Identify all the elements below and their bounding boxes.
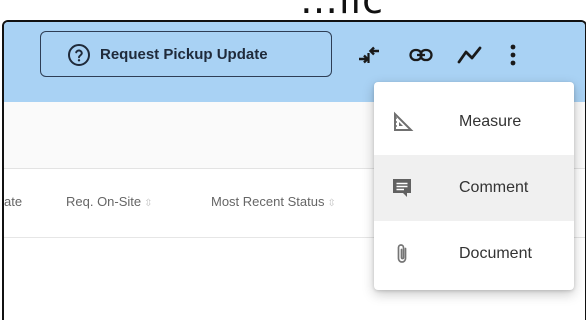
merge-arrows-icon[interactable] [356,42,382,73]
sort-icon: ⇳ [144,198,153,209]
link-icon[interactable] [408,42,434,73]
sort-icon: ⇳ [327,198,336,209]
menu-item-label: Comment [459,179,529,196]
help-circle-icon [67,43,91,72]
title-strip: …lic [0,0,586,20]
menu-item-document[interactable]: Document [374,221,574,287]
column-header-req-on-site[interactable]: Req. On-Site ⇳ [66,194,153,209]
menu-item-label: Measure [459,113,522,130]
column-header-most-recent-status[interactable]: Most Recent Status ⇳ [211,194,336,209]
app-window: Request Pickup Update ate Req. On-Site ⇳… [2,20,586,320]
menu-item-comment[interactable]: Comment [374,155,574,221]
menu-item-label: Document [459,245,532,262]
paperclip-icon [390,242,414,266]
column-header-label: Req. On-Site [66,194,142,209]
request-pickup-update-label: Request Pickup Update [100,46,268,63]
more-vert-icon[interactable] [506,42,520,73]
page-title-fragment: …lic [300,0,384,20]
overflow-menu: Measure Comment Document [374,82,574,290]
ruler-triangle-icon [390,110,414,134]
menu-item-measure[interactable]: Measure [374,89,574,155]
comment-icon [390,176,414,200]
column-header-label: Most Recent Status [211,194,325,209]
trend-line-icon[interactable] [456,42,484,73]
request-pickup-update-button[interactable]: Request Pickup Update [40,31,332,77]
column-header-date[interactable]: ate [4,194,22,209]
column-header-label: ate [4,194,23,209]
